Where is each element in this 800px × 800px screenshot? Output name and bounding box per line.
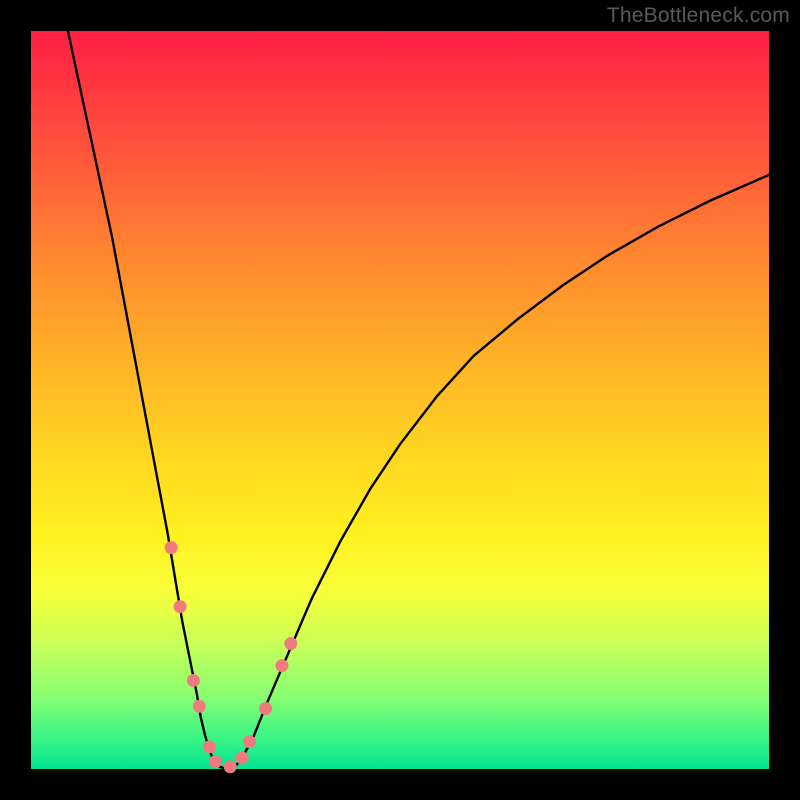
curve-layer xyxy=(31,31,769,769)
plot-area xyxy=(31,31,769,769)
highlight-dot xyxy=(284,637,297,650)
highlight-dot xyxy=(203,740,216,753)
marker-layer xyxy=(165,511,298,774)
highlight-dot xyxy=(165,541,178,554)
highlight-dot xyxy=(224,760,237,773)
highlight-dot xyxy=(275,659,288,672)
highlight-dot xyxy=(174,600,187,613)
chart-frame: TheBottleneck.com xyxy=(0,0,800,800)
highlight-dot xyxy=(187,674,200,687)
highlight-dot xyxy=(259,702,272,715)
highlight-dot xyxy=(243,735,256,748)
highlight-dot xyxy=(236,751,249,764)
highlight-dot xyxy=(209,755,222,768)
highlight-dot xyxy=(193,700,206,713)
watermark-text: TheBottleneck.com xyxy=(607,4,790,28)
bottleneck-curve xyxy=(68,31,769,768)
